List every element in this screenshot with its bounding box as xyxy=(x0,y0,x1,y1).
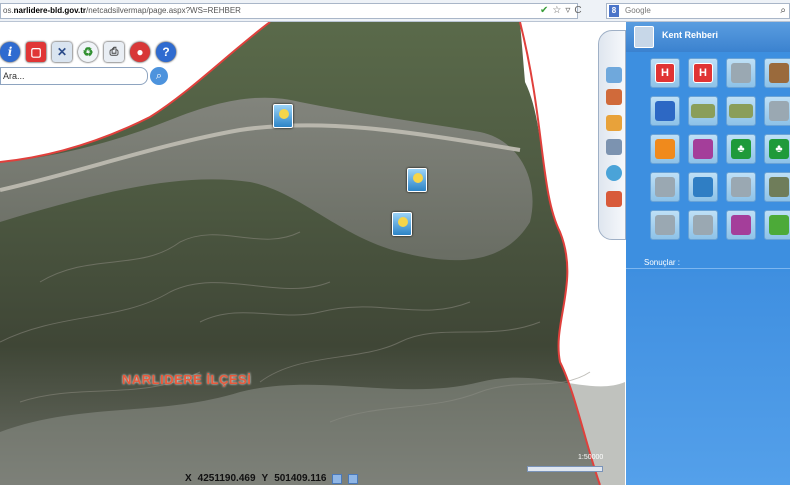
building-icon xyxy=(655,177,675,197)
building-icon xyxy=(693,215,713,235)
globe-icon[interactable] xyxy=(606,165,622,181)
reload-icon[interactable]: C xyxy=(574,5,581,17)
hospital-icon: H xyxy=(655,63,675,83)
stop-icon[interactable]: ● xyxy=(130,42,150,62)
help-icon[interactable]: ? xyxy=(156,42,176,62)
category-button[interactable] xyxy=(726,210,756,240)
magnifier-icon[interactable]: ⌕ xyxy=(149,66,169,86)
scale-text: 1:50000 xyxy=(578,454,604,461)
star-icon[interactable]: ☆ xyxy=(552,5,561,17)
building-icon xyxy=(769,101,789,121)
category-button[interactable] xyxy=(764,58,790,88)
category-button[interactable]: H xyxy=(688,58,718,88)
url-path: /netcadsilvermap/page.aspx?WS=REHBER xyxy=(85,6,241,15)
building-icon xyxy=(731,177,751,197)
results-list xyxy=(626,272,790,485)
sport-icon xyxy=(655,139,675,159)
print-icon[interactable]: ⎙ xyxy=(104,42,124,62)
category-button[interactable] xyxy=(726,172,756,202)
category-button[interactable] xyxy=(726,96,756,126)
category-button[interactable] xyxy=(688,210,718,240)
category-button[interactable] xyxy=(764,96,790,126)
map-search-placeholder: Ara... xyxy=(3,71,25,81)
theatre-icon xyxy=(731,215,751,235)
home-icon[interactable] xyxy=(606,191,622,207)
coordinate-readout: X 4251190.469 Y 501409.116 xyxy=(185,472,359,485)
info-icon[interactable]: i xyxy=(0,42,20,62)
category-button[interactable]: ♣ xyxy=(726,134,756,164)
category-grid: H H ♣ ♣ xyxy=(632,58,790,268)
map-view[interactable] xyxy=(0,22,625,485)
category-button[interactable] xyxy=(650,134,680,164)
search-engine-label: Google xyxy=(625,6,651,15)
results-label: Sonuçlar : xyxy=(644,258,681,267)
school-icon xyxy=(693,177,713,197)
url-prefix: os. xyxy=(3,6,14,15)
park-icon xyxy=(691,104,715,118)
shield-check-icon[interactable]: ✔ xyxy=(540,5,548,17)
city-guide-panel: Kent Rehberi H H ♣ ♣ Sonuçlar : xyxy=(626,22,790,485)
forest-icon: ♣ xyxy=(769,139,789,159)
category-button[interactable] xyxy=(688,134,718,164)
location-marker[interactable] xyxy=(407,168,427,192)
y-coord-value: 501409.116 xyxy=(274,473,327,484)
divider xyxy=(626,268,790,269)
scale-bar xyxy=(527,466,603,472)
x-coord-label: X xyxy=(185,473,192,484)
url-domain: narlidere-bld.gov.tr xyxy=(13,6,86,15)
map-toolbar: i ▢ ✕ ♻ ⎙ ● ? xyxy=(0,42,176,62)
police-icon xyxy=(655,101,675,121)
coord-toggle-button[interactable] xyxy=(332,473,343,484)
building-icon xyxy=(655,215,675,235)
monument-icon xyxy=(769,177,789,197)
cross-tools-icon[interactable]: ✕ xyxy=(52,42,72,62)
map-search-input[interactable]: Ara... xyxy=(0,67,148,85)
address-bar-controls: ✔ ☆ ▿ C xyxy=(540,4,582,18)
magnifier-icon[interactable]: ⌕ xyxy=(780,4,786,18)
coord-copy-button[interactable] xyxy=(348,473,359,484)
category-button[interactable] xyxy=(650,210,680,240)
layer-switcher xyxy=(598,30,626,240)
playground-icon xyxy=(769,215,789,235)
building-icon xyxy=(731,63,751,83)
panel-header: Kent Rehberi xyxy=(626,22,790,52)
address-bar[interactable]: os.narlidere-bld.gov.tr/netcadsilvermap/… xyxy=(0,3,578,19)
forest-icon: ♣ xyxy=(731,139,751,159)
category-button[interactable] xyxy=(764,172,790,202)
panel-title: Kent Rehberi xyxy=(662,30,719,40)
park-icon xyxy=(729,104,753,118)
category-button[interactable]: H xyxy=(650,58,680,88)
location-marker[interactable] xyxy=(392,212,412,236)
city-guide-icon xyxy=(634,26,654,48)
buildings-icon[interactable] xyxy=(606,139,622,155)
category-button[interactable]: ♣ xyxy=(764,134,790,164)
square-icon[interactable]: ▢ xyxy=(26,42,46,62)
browser-toolbar: os.narlidere-bld.gov.tr/netcadsilvermap/… xyxy=(0,0,790,22)
district-label: NARLIDERE İLÇESİ xyxy=(122,372,252,387)
hospital-icon: H xyxy=(693,63,713,83)
pois-icon[interactable] xyxy=(606,89,622,105)
y-coord-label: Y xyxy=(261,473,269,484)
layers-icon[interactable] xyxy=(606,67,622,83)
measure-icon[interactable] xyxy=(606,115,622,131)
category-button[interactable] xyxy=(650,96,680,126)
browser-search-box[interactable]: 8 Google ⌕ xyxy=(606,3,790,19)
location-marker[interactable] xyxy=(273,104,293,128)
chevron-down-icon[interactable]: ▿ xyxy=(565,5,570,17)
category-button[interactable] xyxy=(650,172,680,202)
recycle-icon[interactable]: ♻ xyxy=(78,42,98,62)
satellite-imagery xyxy=(0,22,625,485)
x-coord-value: 4251190.469 xyxy=(197,473,256,484)
category-button[interactable] xyxy=(726,58,756,88)
category-button[interactable] xyxy=(688,96,718,126)
category-button[interactable] xyxy=(688,172,718,202)
search-engine-icon[interactable]: 8 xyxy=(609,5,619,17)
category-button[interactable] xyxy=(764,210,790,240)
theatre-icon xyxy=(693,139,713,159)
fuel-icon xyxy=(769,63,789,83)
